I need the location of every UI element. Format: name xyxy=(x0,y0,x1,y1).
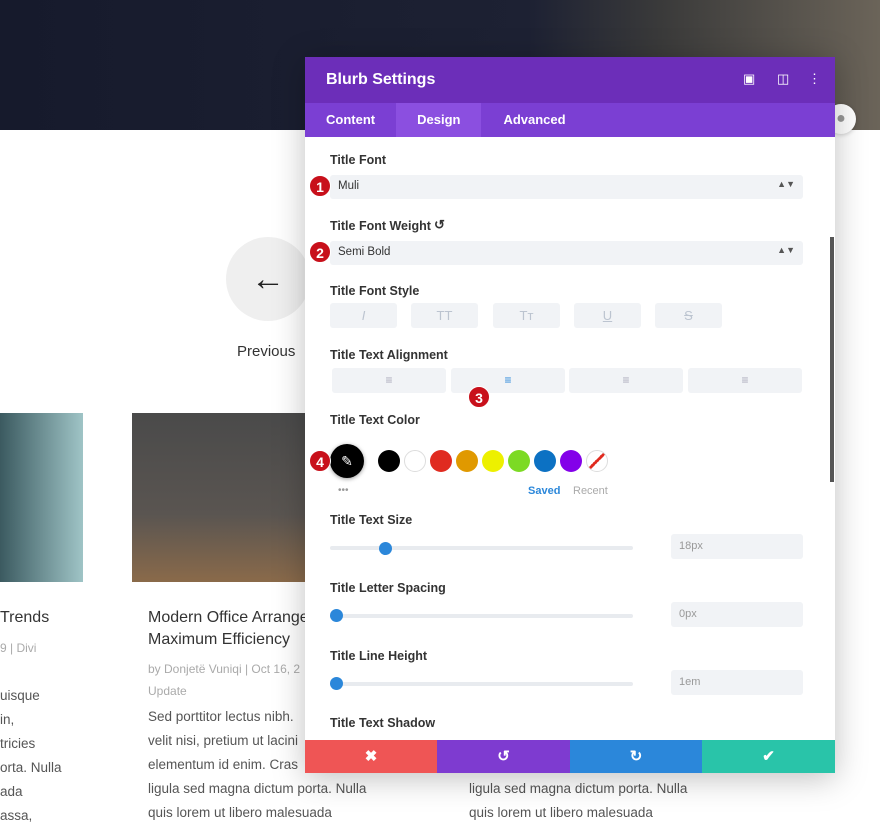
saved-colors-tab[interactable]: Saved xyxy=(528,485,560,497)
title-text-size-label: Title Text Size xyxy=(330,513,413,527)
modal-tabs: Content Design Advanced xyxy=(305,103,835,137)
step-badge: 3 xyxy=(468,386,490,408)
cancel-button[interactable]: ✖ xyxy=(305,740,437,773)
eyedropper-color-picker[interactable]: ✎ xyxy=(330,444,364,478)
step-badge: 4 xyxy=(309,450,331,472)
align-right-button[interactable]: ≡ xyxy=(569,368,683,393)
fullscreen-icon[interactable]: ▣ xyxy=(743,71,755,87)
redo-button[interactable]: ↻ xyxy=(570,740,702,773)
title-text-size-input[interactable]: 18px xyxy=(671,534,803,559)
slider-handle[interactable] xyxy=(379,542,392,555)
more-colors-button[interactable]: ••• xyxy=(338,485,349,496)
post-meta: by Donjetë Vuniqi | Oct 16, 2 Update xyxy=(148,662,301,698)
scrollbar[interactable] xyxy=(830,237,834,482)
swatch-yellow[interactable] xyxy=(482,450,504,472)
post-excerpt: ligula sed magna dictum porta. Nulla quis… xyxy=(469,781,688,820)
post-title[interactable]: Trends xyxy=(0,607,49,629)
blurb-settings-modal: Blurb Settings ▣ ◫ ⋮ Content Design Adva… xyxy=(305,57,835,773)
slider-handle[interactable] xyxy=(330,609,343,622)
reset-icon[interactable]: ↺ xyxy=(434,217,445,233)
swatch-black[interactable] xyxy=(378,450,400,472)
title-letter-spacing-slider[interactable] xyxy=(330,614,633,618)
more-options-icon[interactable]: ⋮ xyxy=(808,71,821,87)
step-badge: 1 xyxy=(309,175,331,197)
tab-advanced[interactable]: Advanced xyxy=(481,103,586,137)
swatch-white[interactable] xyxy=(404,450,426,472)
tab-content[interactable]: Content xyxy=(305,103,396,137)
title-font-label: Title Font xyxy=(330,153,387,167)
title-text-color-label: Title Text Color xyxy=(330,413,420,427)
underline-button[interactable]: U xyxy=(574,303,641,328)
title-font-select[interactable]: Muli ▲▼ xyxy=(330,175,803,199)
recent-colors-tab[interactable]: Recent xyxy=(573,485,608,497)
tab-design[interactable]: Design xyxy=(396,103,482,137)
slider-handle[interactable] xyxy=(330,677,343,690)
undo-button[interactable]: ↺ xyxy=(437,740,570,773)
title-text-size-slider[interactable] xyxy=(330,546,633,550)
title-font-weight-label: Title Font Weight xyxy=(330,219,431,233)
title-text-shadow-label: Title Text Shadow xyxy=(330,716,436,730)
save-button[interactable]: ✔ xyxy=(702,740,835,773)
uppercase-button[interactable]: TT xyxy=(411,303,478,328)
title-font-style-label: Title Font Style xyxy=(330,284,420,298)
post-title[interactable]: Modern Office Arrange Maximum Efficiency xyxy=(148,607,309,651)
previous-label[interactable]: Previous xyxy=(237,343,295,360)
title-line-height-slider[interactable] xyxy=(330,682,633,686)
select-arrows-icon: ▲▼ xyxy=(777,245,795,255)
swatch-blue[interactable] xyxy=(534,450,556,472)
step-badge: 2 xyxy=(309,241,331,263)
select-arrows-icon: ▲▼ xyxy=(777,179,795,189)
align-center-button[interactable]: ≡ xyxy=(451,368,565,393)
previous-button[interactable]: ← xyxy=(226,237,310,321)
arrow-left-icon: ← xyxy=(251,259,285,298)
swatch-green[interactable] xyxy=(508,450,530,472)
capitalize-button[interactable]: Tт xyxy=(493,303,560,328)
strikethrough-button[interactable]: S xyxy=(655,303,722,328)
post-image-building[interactable] xyxy=(0,413,83,582)
title-font-weight-select[interactable]: Semi Bold ▲▼ xyxy=(330,241,803,265)
modal-header: Blurb Settings ▣ ◫ ⋮ xyxy=(305,57,835,103)
swatch-purple[interactable] xyxy=(560,450,582,472)
align-left-button[interactable]: ≡ xyxy=(332,368,446,393)
swatch-red[interactable] xyxy=(430,450,452,472)
swatch-none-icon[interactable] xyxy=(586,450,608,472)
title-line-height-input[interactable]: 1em xyxy=(671,670,803,695)
post-meta: 9 | Divi xyxy=(0,641,37,655)
post-image-office[interactable] xyxy=(132,413,305,582)
title-text-alignment-label: Title Text Alignment xyxy=(330,348,448,362)
title-letter-spacing-label: Title Letter Spacing xyxy=(330,581,446,595)
swatch-orange[interactable] xyxy=(456,450,478,472)
italic-button[interactable]: I xyxy=(330,303,397,328)
post-excerpt: uisque in, tricies orta. Nulla ada assa, xyxy=(0,688,62,823)
align-justify-button[interactable]: ≡ xyxy=(688,368,802,393)
title-line-height-label: Title Line Height xyxy=(330,649,427,663)
split-view-icon[interactable]: ◫ xyxy=(777,71,789,87)
title-letter-spacing-input[interactable]: 0px xyxy=(671,602,803,627)
modal-title: Blurb Settings xyxy=(326,71,436,88)
